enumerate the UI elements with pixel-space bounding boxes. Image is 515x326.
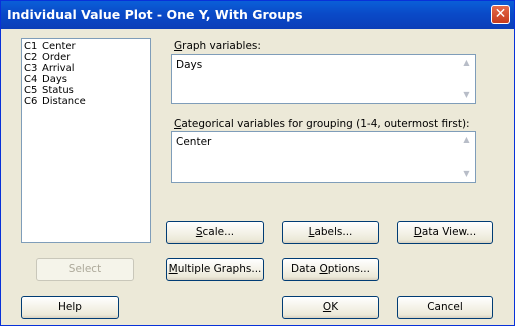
ok-button[interactable]: OK: [282, 296, 379, 319]
scroll-up-icon[interactable]: ▲: [459, 56, 474, 70]
categorical-variables-field[interactable]: Center ▲ ▼: [171, 131, 476, 183]
categorical-variables-label: Categorical variables for grouping (1-4,…: [174, 118, 470, 130]
title-bar[interactable]: Individual Value Plot - One Y, With Grou…: [1, 1, 514, 29]
categorical-variables-value: Center: [176, 136, 212, 148]
multiple-graphs-button[interactable]: Multiple Graphs...: [166, 258, 264, 281]
close-icon: ✕: [494, 6, 507, 22]
scroll-up-icon[interactable]: ▲: [459, 133, 474, 147]
select-button[interactable]: Select: [36, 258, 134, 281]
data-options-button[interactable]: Data Options...: [282, 258, 379, 281]
variable-item[interactable]: C3 Arrival: [24, 63, 148, 74]
graph-variables-scrollbar[interactable]: ▲ ▼: [459, 56, 474, 102]
scroll-down-icon[interactable]: ▼: [459, 88, 474, 102]
labels-button[interactable]: Labels...: [282, 221, 379, 244]
graph-variables-field[interactable]: Days ▲ ▼: [171, 54, 476, 104]
dialog-window: Individual Value Plot - One Y, With Grou…: [0, 0, 515, 326]
graph-variables-label: Graph variables:: [174, 40, 261, 52]
scale-button[interactable]: Scale...: [166, 221, 264, 244]
cancel-button[interactable]: Cancel: [397, 296, 493, 319]
window-title: Individual Value Plot - One Y, With Grou…: [7, 7, 303, 22]
variable-item[interactable]: C1 Center: [24, 41, 148, 52]
variable-list[interactable]: C1 Center C2 Order C3 Arrival C4 Days C5 Stat…: [21, 38, 151, 243]
variable-item[interactable]: C4 Days: [24, 74, 148, 85]
variable-item[interactable]: C5 Status: [24, 85, 148, 96]
help-button[interactable]: Help: [21, 296, 119, 319]
variable-item[interactable]: C6 Distance: [24, 96, 148, 107]
variable-item[interactable]: C2 Order: [24, 52, 148, 63]
close-button[interactable]: ✕: [491, 5, 510, 24]
data-view-button[interactable]: Data View...: [397, 221, 493, 244]
scroll-down-icon[interactable]: ▼: [459, 167, 474, 181]
graph-variables-value: Days: [176, 59, 203, 71]
categorical-variables-scrollbar[interactable]: ▲ ▼: [459, 133, 474, 181]
